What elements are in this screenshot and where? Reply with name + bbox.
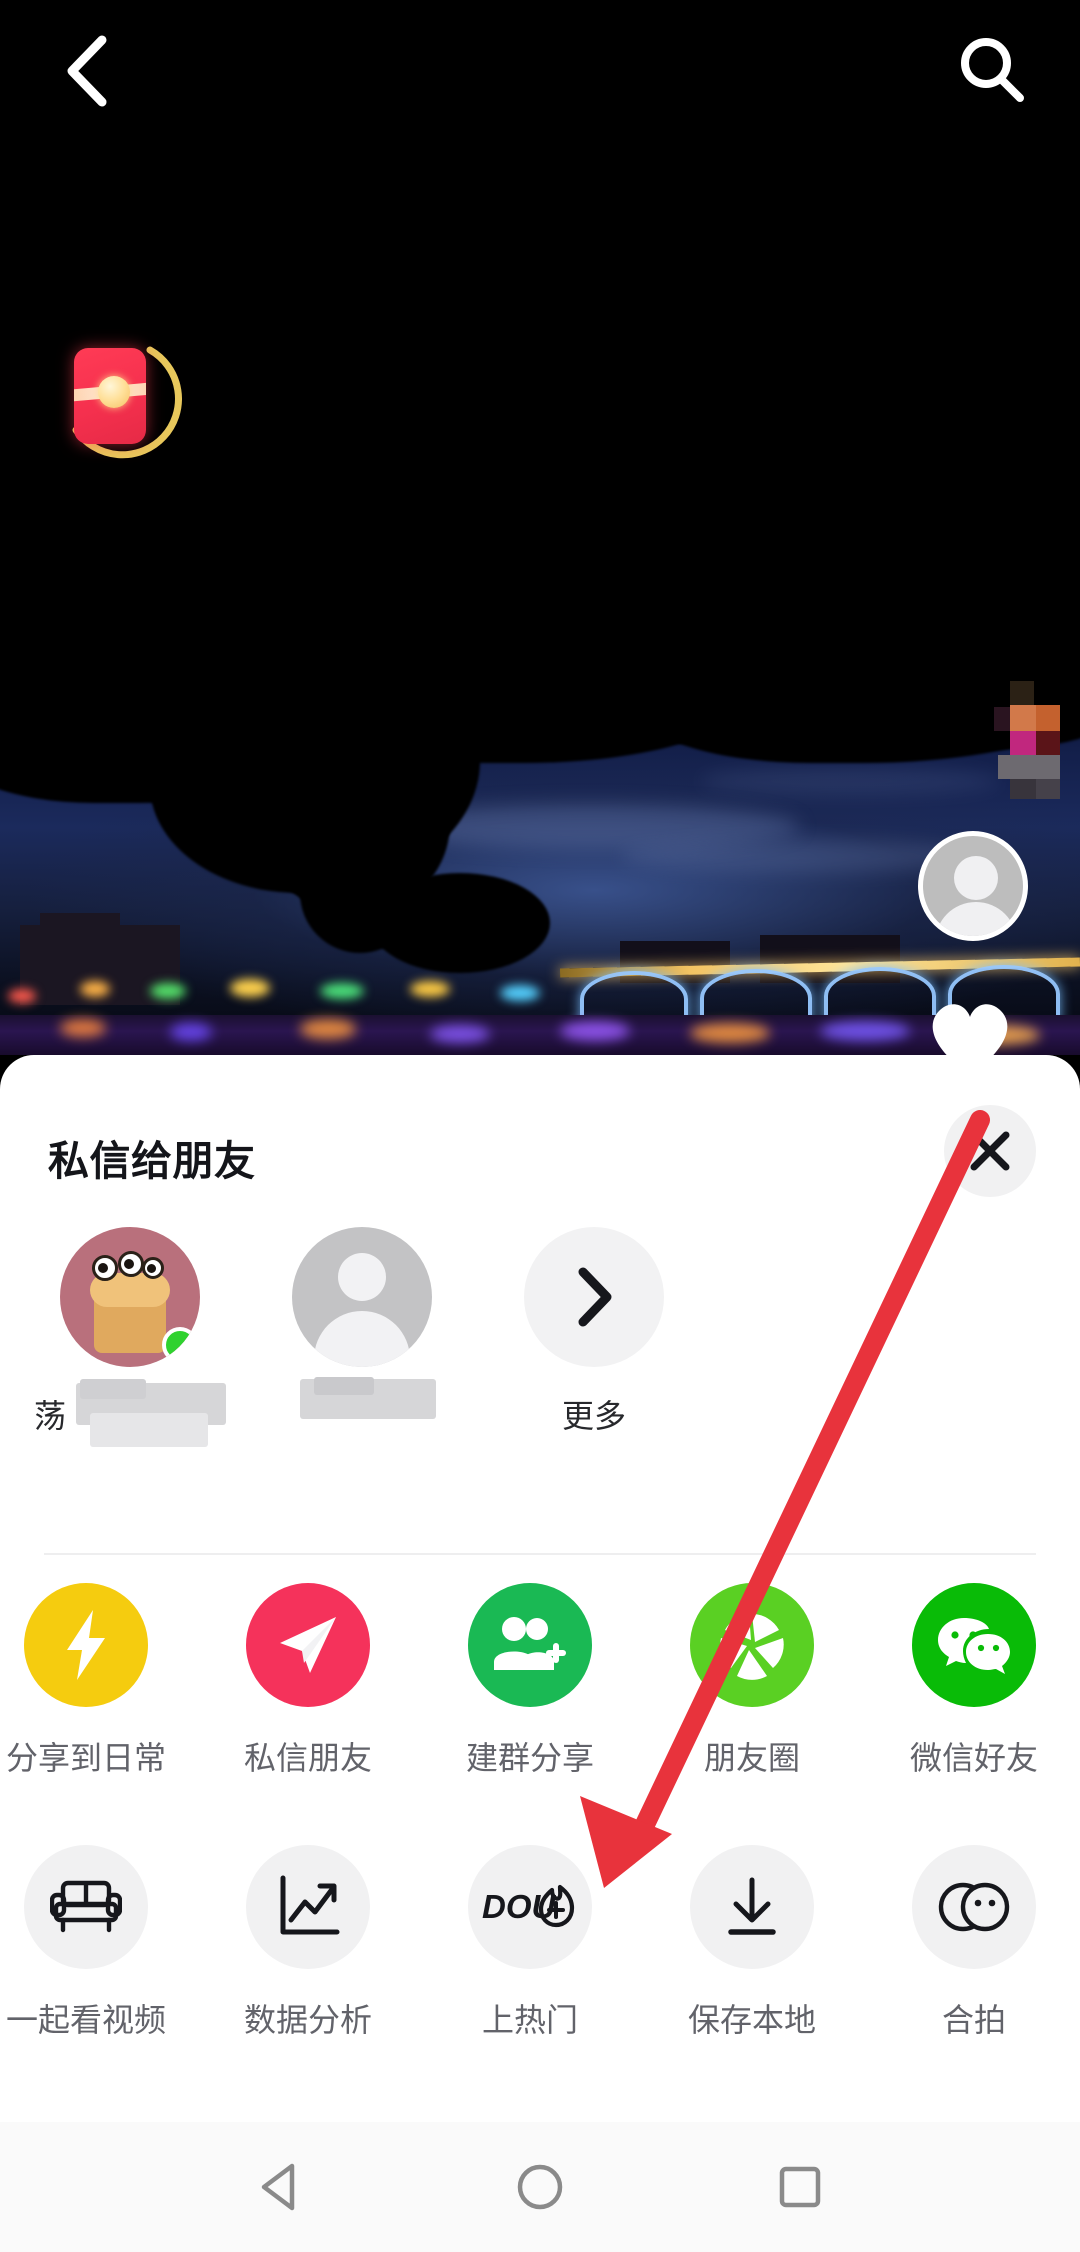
share-item-label: 私信朋友 — [243, 1740, 372, 1776]
friend-item[interactable] — [262, 1227, 462, 1419]
share-item-label: 分享到日常 — [5, 1740, 166, 1776]
blurred-watermark — [994, 681, 1070, 799]
avatar-head — [954, 856, 998, 900]
chevron-right-icon — [578, 1267, 612, 1327]
author-avatar[interactable] — [918, 831, 1028, 941]
chart-trend-icon — [246, 1845, 370, 1969]
paper-plane-icon — [246, 1583, 370, 1707]
heart-icon[interactable] — [924, 993, 1016, 1055]
circle-home-icon — [517, 2164, 563, 2210]
search-icon — [961, 38, 1024, 102]
more-friends-button[interactable]: 更多 — [494, 1227, 694, 1437]
chevron-left-icon — [67, 35, 107, 107]
share-item-label: 一起看视频 — [5, 2002, 166, 2038]
download-icon — [690, 1845, 814, 1969]
search-button[interactable] — [944, 22, 1040, 118]
friend-avatar-default — [292, 1227, 432, 1367]
share-item-daily[interactable]: 分享到日常 — [0, 1583, 194, 1779]
moments-shutter-icon — [690, 1583, 814, 1707]
share-item-label: 合拍 — [941, 2002, 1006, 2038]
divider — [44, 1553, 1036, 1555]
dou-plus-icon: DOU — [468, 1845, 592, 1969]
share-item-label: 朋友圈 — [703, 1740, 800, 1776]
nav-recents-button[interactable] — [755, 2142, 845, 2232]
triangle-back-icon — [261, 2163, 295, 2211]
group-add-icon — [468, 1583, 592, 1707]
more-label: 更多 — [561, 1398, 626, 1434]
lightning-icon — [24, 1583, 148, 1707]
red-packet-icon — [74, 348, 146, 444]
square-recents-icon — [779, 2166, 821, 2208]
share-item-label: 建群分享 — [465, 1740, 594, 1776]
share-item-label: 数据分析 — [243, 2002, 372, 2038]
share-item-watch-together[interactable]: 一起看视频 — [0, 1845, 194, 2041]
online-indicator — [162, 1327, 198, 1363]
share-sheet: 私信给朋友 荡 更多 分享到日常 私信朋友 建群分享 朋友圈 微信好友 一起看视… — [0, 1055, 1080, 2122]
river-water — [0, 1015, 1080, 1055]
share-item-dm[interactable]: 私信朋友 — [200, 1583, 416, 1779]
share-item-label: 微信好友 — [909, 1740, 1038, 1776]
share-apps-row-1: 分享到日常 私信朋友 建群分享 朋友圈 微信好友 — [0, 1583, 1080, 1853]
share-item-label: 保存本地 — [687, 2002, 816, 2038]
top-bar — [0, 0, 1080, 140]
friends-row: 荡 更多 — [0, 1227, 1080, 1547]
video-player[interactable] — [0, 663, 1080, 1055]
red-packet-coin — [98, 376, 130, 408]
android-nav-bar — [0, 2122, 1080, 2252]
more-circle — [524, 1227, 664, 1367]
nav-home-button[interactable] — [495, 2142, 585, 2232]
wechat-icon — [912, 1583, 1036, 1707]
nav-back-button[interactable] — [235, 2142, 325, 2232]
close-icon — [970, 1131, 1010, 1171]
friend-item[interactable]: 荡 — [30, 1227, 230, 1447]
share-item-moments[interactable]: 朋友圈 — [644, 1583, 860, 1779]
red-packet-widget[interactable] — [52, 330, 182, 470]
share-item-analytics[interactable]: 数据分析 — [200, 1845, 416, 2041]
back-button[interactable] — [44, 28, 130, 114]
friend-avatar-cartoon — [60, 1227, 200, 1367]
share-item-group[interactable]: 建群分享 — [422, 1583, 638, 1779]
share-item-wechat[interactable]: 微信好友 — [866, 1583, 1080, 1779]
share-item-save-local[interactable]: 保存本地 — [644, 1845, 860, 2041]
share-apps-row-2: 一起看视频 数据分析 DOU 上热门 保存本地 合拍 — [0, 1845, 1080, 2115]
share-item-promote[interactable]: DOU 上热门 — [422, 1845, 638, 2041]
sheet-title: 私信给朋友 — [48, 1138, 256, 1184]
close-button[interactable] — [944, 1105, 1036, 1197]
avatar-body — [935, 902, 1017, 936]
share-item-duet[interactable]: 合拍 — [866, 1845, 1080, 2041]
duet-circles-icon — [912, 1845, 1036, 1969]
sofa-icon — [24, 1845, 148, 1969]
share-item-label: 上热门 — [481, 2002, 578, 2038]
phone-screen: 私信给朋友 荡 更多 分享到日常 私信朋友 建群分享 朋友圈 微信好友 一起看视… — [0, 0, 1080, 2252]
